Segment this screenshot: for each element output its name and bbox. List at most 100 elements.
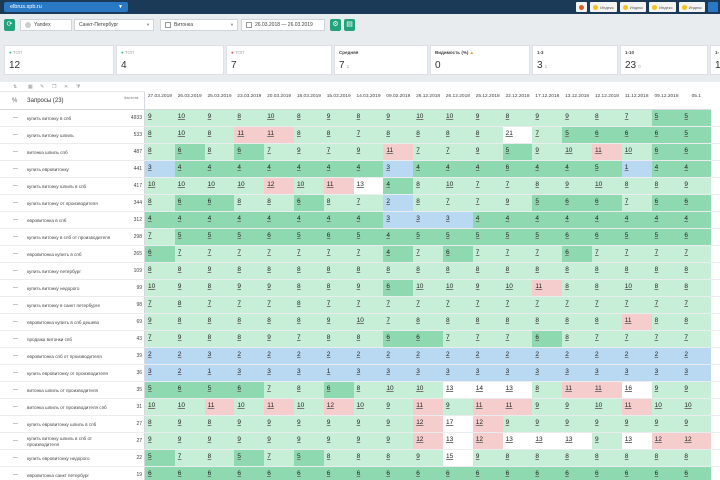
index-badge-2[interactable]: Индекс <box>619 2 647 12</box>
position-cell[interactable]: 8 <box>294 382 324 398</box>
position-cell[interactable]: 4 <box>383 229 414 245</box>
position-cell[interactable]: 10 <box>294 178 324 194</box>
position-cell[interactable]: 6 <box>681 467 712 480</box>
position-cell[interactable]: 8 <box>443 263 473 279</box>
position-cell[interactable]: 6 <box>413 331 443 347</box>
position-cell[interactable]: 8 <box>353 331 384 347</box>
position-cell[interactable]: 4 <box>621 212 652 228</box>
position-cell[interactable]: 2 <box>174 365 205 381</box>
position-cell[interactable]: 8 <box>174 263 205 279</box>
position-cell[interactable]: 9 <box>681 382 712 398</box>
position-cell[interactable]: 12 <box>472 433 503 449</box>
position-cell[interactable]: 7 <box>145 297 175 313</box>
position-cell[interactable]: 8 <box>502 110 533 126</box>
position-cell[interactable]: 8 <box>443 127 473 143</box>
position-cell[interactable]: 8 <box>413 178 443 194</box>
position-cell[interactable]: 10 <box>234 178 265 194</box>
position-cell[interactable]: 7 <box>621 331 652 347</box>
position-cell[interactable]: 9 <box>204 433 235 449</box>
position-cell[interactable]: 8 <box>204 314 235 330</box>
position-cell[interactable]: 11 <box>472 399 503 415</box>
position-cell[interactable]: 6 <box>145 246 175 262</box>
position-cell[interactable]: 7 <box>651 331 682 347</box>
position-cell[interactable]: 6 <box>204 467 235 480</box>
position-cell[interactable]: 8 <box>532 263 563 279</box>
position-cell[interactable]: 7 <box>264 382 294 398</box>
position-cell[interactable]: 3 <box>681 365 712 381</box>
position-cell[interactable]: 9 <box>323 314 354 330</box>
position-cell[interactable]: 6 <box>562 467 592 480</box>
position-cell[interactable]: 6 <box>502 161 533 177</box>
edit-icon[interactable]: ✎ <box>40 84 46 90</box>
position-cell[interactable]: 8 <box>413 314 443 330</box>
position-cell[interactable]: 3 <box>294 365 324 381</box>
position-cell[interactable]: 8 <box>413 195 443 211</box>
position-cell[interactable]: 7 <box>413 144 443 160</box>
position-cell[interactable]: 9 <box>592 416 622 432</box>
position-cell[interactable]: 6 <box>592 195 622 211</box>
position-cell[interactable]: 10 <box>264 110 294 126</box>
position-cell[interactable]: 7 <box>502 331 533 347</box>
query-keyword[interactable]: купить евровитонку <box>27 163 117 176</box>
query-keyword[interactable]: купить витонку в спб <box>27 112 117 125</box>
date-column-header[interactable]: 09.02.2019 <box>383 92 413 110</box>
position-cell[interactable]: 3 <box>413 365 443 381</box>
position-cell[interactable]: 7 <box>592 297 622 313</box>
position-cell[interactable]: 8 <box>234 263 265 279</box>
query-keyword[interactable]: евровитонка в спб <box>27 214 117 227</box>
position-cell[interactable]: 4 <box>383 178 414 194</box>
position-cell[interactable]: 3 <box>234 365 265 381</box>
date-column-header[interactable]: 18.03.2019 <box>294 92 324 110</box>
position-cell[interactable]: 5 <box>621 229 652 245</box>
position-cell[interactable]: 11 <box>532 280 563 296</box>
position-cell[interactable]: 10 <box>174 399 205 415</box>
position-cell[interactable]: 9 <box>681 178 712 194</box>
position-cell[interactable]: 4 <box>204 161 235 177</box>
position-cell[interactable]: 7 <box>472 331 503 347</box>
position-cell[interactable]: 2 <box>294 348 324 364</box>
position-cell[interactable]: 8 <box>204 450 235 466</box>
position-cell[interactable]: 8 <box>145 416 175 432</box>
row-toggle[interactable]: — <box>13 217 18 223</box>
position-cell[interactable]: 5 <box>532 195 563 211</box>
row-toggle[interactable]: — <box>13 336 18 342</box>
position-cell[interactable]: 8 <box>592 263 622 279</box>
position-cell[interactable]: 10 <box>353 314 384 330</box>
position-cell[interactable]: 7 <box>681 297 712 313</box>
position-cell[interactable]: 7 <box>323 246 354 262</box>
position-cell[interactable]: 5 <box>443 229 473 245</box>
position-cell[interactable]: 12 <box>651 433 682 449</box>
position-cell[interactable]: 8 <box>562 314 592 330</box>
row-toggle[interactable]: — <box>13 472 18 478</box>
position-cell[interactable]: 7 <box>681 246 712 262</box>
group-select[interactable]: Витонка ▼ <box>160 19 238 31</box>
position-cell[interactable]: 3 <box>443 212 473 228</box>
position-cell[interactable]: 9 <box>323 416 354 432</box>
position-cell[interactable]: 2 <box>413 348 443 364</box>
position-cell[interactable]: 9 <box>502 416 533 432</box>
position-cell[interactable]: 9 <box>562 178 592 194</box>
position-cell[interactable]: 3 <box>651 365 682 381</box>
index-badge-3[interactable]: Индекс <box>649 2 676 12</box>
position-cell[interactable]: 7 <box>562 297 592 313</box>
date-column-header[interactable]: 25.03.2019 <box>205 92 235 110</box>
position-cell[interactable]: 6 <box>353 467 384 480</box>
position-cell[interactable]: 6 <box>383 467 414 480</box>
position-cell[interactable]: 17 <box>443 416 473 432</box>
position-cell[interactable]: 7 <box>264 144 294 160</box>
position-cell[interactable]: 3 <box>472 365 503 381</box>
position-cell[interactable]: 7 <box>472 246 503 262</box>
position-cell[interactable]: 6 <box>413 467 443 480</box>
position-cell[interactable]: 4 <box>294 212 324 228</box>
row-toggle[interactable]: — <box>13 115 18 121</box>
position-cell[interactable]: 8 <box>383 127 414 143</box>
position-cell[interactable]: 6 <box>532 331 563 347</box>
position-cell[interactable]: 10 <box>234 399 265 415</box>
position-cell[interactable]: 11 <box>204 399 235 415</box>
position-cell[interactable]: 6 <box>234 382 265 398</box>
position-cell[interactable]: 4 <box>681 161 712 177</box>
position-cell[interactable]: 8 <box>294 263 324 279</box>
position-cell[interactable]: 10 <box>353 399 384 415</box>
position-cell[interactable]: 5 <box>592 161 622 177</box>
position-cell[interactable]: 15 <box>443 450 473 466</box>
